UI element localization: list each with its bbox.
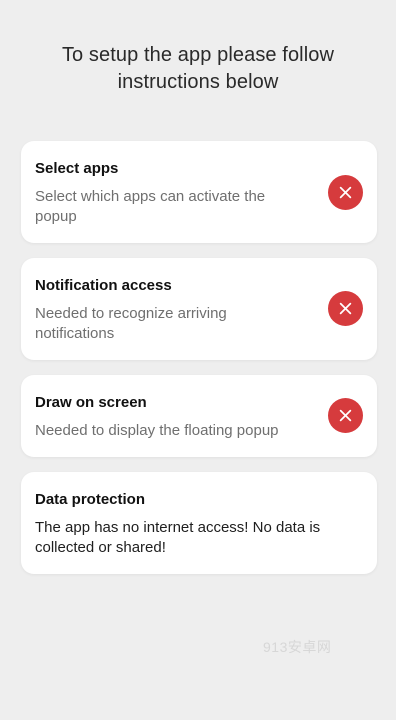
card-description: Select which apps can activate the popup (35, 188, 266, 225)
card-draw-on-screen[interactable]: Draw on screen Needed to display the flo… (21, 375, 377, 457)
card-title: Data protection (35, 491, 146, 508)
close-icon (339, 409, 352, 422)
close-icon (339, 302, 352, 315)
page-title: To setup the app please follow instructi… (0, 42, 396, 96)
page-title-line-1: To setup the app please follow (61, 44, 335, 66)
card-description: Needed to display the floating popup (35, 422, 279, 439)
close-icon (339, 186, 352, 199)
card-data-protection: Data protection The app has no internet … (21, 472, 377, 574)
page-title-line-2: instructions below (117, 71, 279, 93)
card-select-apps[interactable]: Select apps Select which apps can activa… (21, 141, 377, 243)
not-granted-button[interactable] (328, 291, 363, 326)
card-title: Notification access (35, 277, 172, 294)
not-granted-button[interactable] (328, 175, 363, 210)
not-granted-button[interactable] (328, 398, 363, 433)
card-notification-access[interactable]: Notification access Needed to recognize … (21, 258, 377, 360)
watermark: 913安卓网 (263, 639, 332, 655)
card-title: Select apps (35, 160, 119, 177)
card-description: The app has no internet access! No data … (35, 519, 321, 556)
card-description: Needed to recognize arriving notificatio… (35, 305, 227, 342)
card-title: Draw on screen (35, 394, 147, 411)
